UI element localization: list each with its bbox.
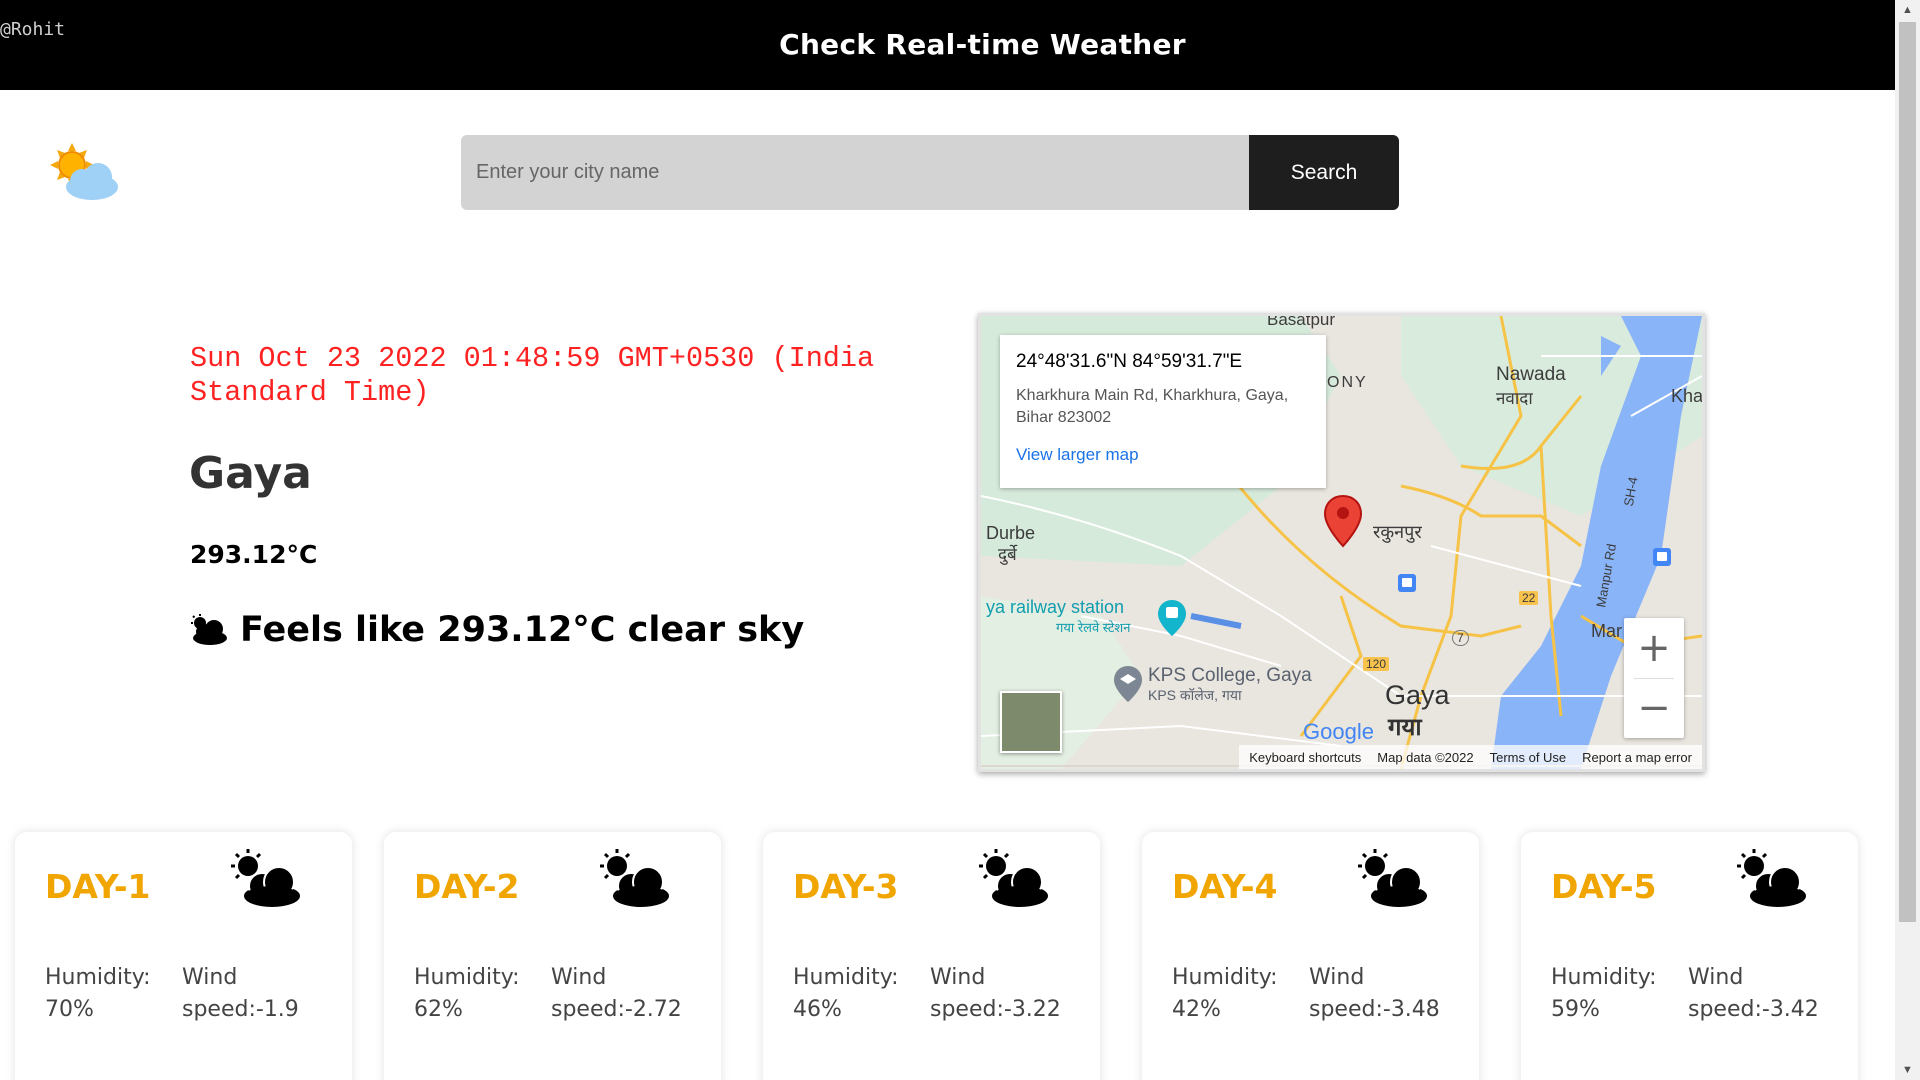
report-map-error-link[interactable]: Report a map error (1582, 750, 1692, 765)
map-label-ony: ONY (1327, 374, 1368, 391)
map-label-basatpur: Basatpur (1267, 313, 1336, 329)
humidity-label: Humidity: (45, 965, 151, 990)
map-label-nawada-hi: नवादा (1496, 389, 1533, 408)
bus-stop-icon[interactable] (1653, 548, 1671, 566)
sun-behind-cloud-icon (979, 849, 1048, 907)
wind-block: Wind speed:-2.72 (551, 962, 682, 1026)
wind-value: speed:-3.42 (1688, 997, 1819, 1022)
map-label-railway-station[interactable]: ya railway station (986, 597, 1124, 618)
day-title: DAY-2 (414, 867, 520, 906)
forecast-card-day-2: DAY-2 Humidity: 62% Wind speed:-2.72 (384, 832, 721, 1080)
day-title: DAY-1 (45, 867, 151, 906)
map-info-card: 24°48'31.6"N 84°59'31.7"E Kharkhura Main… (1000, 335, 1326, 488)
road-marker-7: 7 (1452, 630, 1469, 646)
forecast-card-day-4: DAY-4 Humidity: 42% Wind speed:-3.48 (1142, 832, 1479, 1080)
map-data-label: Map data ©2022 (1377, 749, 1474, 765)
forecast-card-day-3: DAY-3 Humidity: 46% Wind speed:-3.22 (763, 832, 1100, 1080)
forecast-card-day-1: DAY-1 Humidity: 70% Wind speed:-1.9 (15, 832, 352, 1080)
map-label-durbe: Durbe (986, 523, 1036, 543)
humidity-block: Humidity: 42% (1172, 962, 1278, 1026)
current-temperature: 293.12°C (190, 540, 318, 569)
feels-like-text: Feels like 293.12°C clear sky (240, 610, 805, 650)
city-search-input[interactable] (461, 135, 1249, 210)
humidity-block: Humidity: 59% (1551, 962, 1657, 1026)
zoom-out-button[interactable]: − (1624, 678, 1684, 738)
keyboard-shortcuts-link[interactable]: Keyboard shortcuts (1249, 750, 1361, 765)
day-title: DAY-4 (1172, 867, 1278, 906)
google-logo: Google (1303, 719, 1374, 744)
map-coordinates: 24°48'31.6"N 84°59'31.7"E (1016, 351, 1243, 372)
humidity-label: Humidity: (414, 965, 520, 990)
map-label-gaya: Gaya (1385, 680, 1450, 710)
humidity-value: 46% (793, 997, 842, 1022)
sun-behind-cloud-icon (231, 849, 300, 907)
map-label-durbe-hi: दुर्बे (998, 545, 1017, 564)
location-map[interactable]: Basatpur ONY Nawada नवादा Kha Durbe दुर्… (978, 313, 1705, 772)
day-title: DAY-5 (1551, 867, 1657, 906)
satellite-view-toggle[interactable] (1000, 691, 1062, 753)
location-pin-icon[interactable] (1323, 494, 1363, 548)
wind-label: Wind (1688, 965, 1744, 990)
bus-stop-icon[interactable] (1398, 574, 1416, 592)
road-marker-22: 22 (1519, 591, 1539, 605)
humidity-block: Humidity: 46% (793, 962, 899, 1026)
wind-label: Wind (930, 965, 986, 990)
view-larger-map-link[interactable]: View larger map (1016, 445, 1310, 465)
humidity-value: 62% (414, 997, 463, 1022)
humidity-label: Humidity: (793, 965, 899, 990)
humidity-value: 70% (45, 997, 94, 1022)
map-label-gaya-hi: गया (1388, 714, 1422, 741)
map-address: Kharkhura Main Rd, Kharkhura, Gaya, Biha… (1016, 387, 1289, 426)
scroll-up-arrow-icon[interactable]: ▲ (1895, 0, 1920, 20)
map-label-kps-college-hi: KPS कॉलेज, गया (1148, 687, 1242, 703)
scroll-down-arrow-icon[interactable]: ▼ (1895, 1060, 1920, 1080)
search-bar: Search (461, 135, 1399, 210)
map-label-nawada: Nawada (1496, 364, 1566, 385)
wind-block: Wind speed:-3.22 (930, 962, 1061, 1026)
wind-label: Wind (182, 965, 238, 990)
sun-behind-cloud-icon (50, 143, 118, 200)
humidity-block: Humidity: 70% (45, 962, 151, 1026)
wind-block: Wind speed:-3.42 (1688, 962, 1819, 1026)
search-button[interactable]: Search (1249, 135, 1399, 210)
feels-like-row: Feels like 293.12°C clear sky (188, 610, 804, 650)
app-title: Check Real-time Weather (779, 28, 1186, 61)
map-label-railway-station-hi: गया रेलवे स्टेशन (1056, 620, 1131, 635)
city-name: Gaya (189, 448, 312, 499)
humidity-label: Humidity: (1551, 965, 1657, 990)
forecast-card-day-5: DAY-5 Humidity: 59% Wind speed:-3.42 (1521, 832, 1858, 1080)
wind-value: speed:-2.72 (551, 997, 682, 1022)
sun-behind-cloud-icon (1358, 849, 1427, 907)
road-marker-120: 120 (1363, 657, 1390, 671)
wind-label: Wind (1309, 965, 1365, 990)
humidity-value: 59% (1551, 997, 1600, 1022)
current-datetime: Sun Oct 23 2022 01:48:59 GMT+0530 (India… (190, 342, 875, 409)
train-station-pin-icon[interactable] (1156, 598, 1188, 638)
map-zoom-control: + − (1624, 618, 1684, 738)
wind-block: Wind speed:-3.48 (1309, 962, 1440, 1026)
day-title: DAY-3 (793, 867, 899, 906)
map-label-mar: Mar (1591, 621, 1622, 641)
map-footer: Keyboard shortcuts Map data ©2022 Terms … (1239, 745, 1702, 769)
map-label-kps-college[interactable]: KPS College, Gaya (1148, 665, 1312, 687)
humidity-value: 42% (1172, 997, 1221, 1022)
humidity-block: Humidity: 62% (414, 962, 520, 1026)
sun-behind-cloud-icon (1737, 849, 1806, 907)
school-pin-icon[interactable] (1112, 664, 1144, 704)
zoom-in-button[interactable]: + (1624, 618, 1684, 678)
wind-value: speed:-1.9 (182, 997, 299, 1022)
page-scrollbar[interactable]: ▲ ▼ (1895, 0, 1920, 1080)
map-label-rakunpur: रकुनपुर (1373, 522, 1422, 542)
wind-label: Wind (551, 965, 607, 990)
map-label-kha: Kha (1671, 386, 1704, 406)
wind-value: speed:-3.22 (930, 997, 1061, 1022)
scroll-thumb[interactable] (1899, 22, 1916, 922)
terms-of-use-link[interactable]: Terms of Use (1490, 750, 1567, 765)
humidity-label: Humidity: (1172, 965, 1278, 990)
wind-block: Wind speed:-1.9 (182, 962, 299, 1026)
sun-behind-cloud-icon (600, 849, 669, 907)
header-bar: @Rohit Check Real-time Weather (0, 0, 1895, 90)
wind-value: speed:-3.48 (1309, 997, 1440, 1022)
cloud-icon (191, 614, 227, 645)
